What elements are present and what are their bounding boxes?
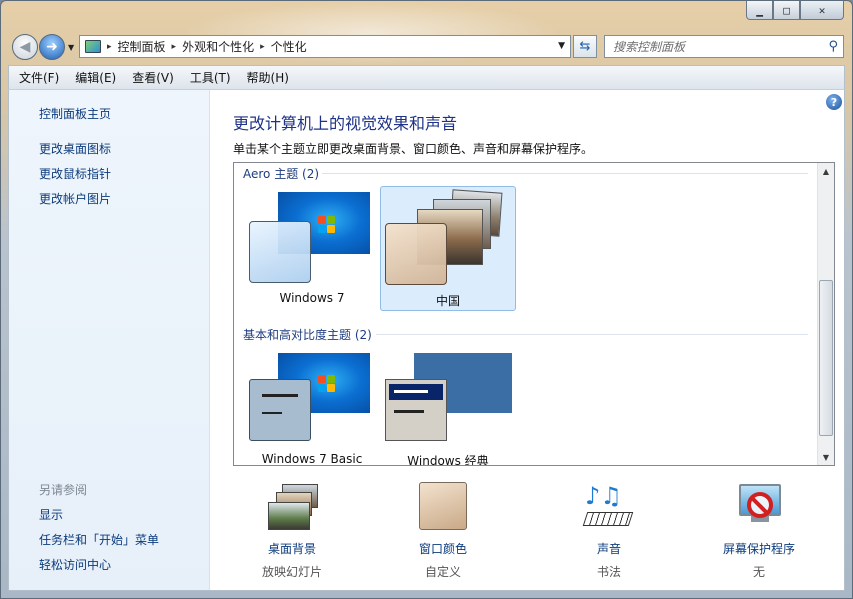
recent-pages-dropdown[interactable]: ▼ <box>68 43 74 52</box>
group-divider <box>376 334 808 335</box>
tile-desktop-background[interactable]: 桌面背景 放映幻灯片 <box>237 482 347 580</box>
breadcrumb-separator: ▸ <box>171 41 177 52</box>
breadcrumb-separator: ▸ <box>107 41 112 52</box>
refresh-icon: ⇆ <box>579 39 591 54</box>
see-also-taskbar[interactable]: 任务栏和「开始」菜单 <box>39 531 159 548</box>
tile-value: 无 <box>752 565 765 579</box>
scrollbar-thumb[interactable] <box>819 280 833 436</box>
screen-saver-icon <box>731 482 787 532</box>
group-label-aero: Aero 主题 (2) <box>243 167 320 181</box>
breadcrumb-control-panel[interactable]: 控制面板 <box>118 38 166 55</box>
page-title: 更改计算机上的视觉效果和声音 <box>233 114 458 133</box>
address-bar[interactable]: ▸ 控制面板 ▸ 外观和个性化 ▸ 个性化 ▼ <box>79 35 571 58</box>
windows-logo-icon <box>318 375 336 393</box>
photo-stack-icon <box>264 482 320 532</box>
minimize-button[interactable]: ▁ <box>746 1 773 20</box>
breadcrumb-appearance[interactable]: 外观和个性化 <box>182 38 254 55</box>
menu-edit[interactable]: 编辑(E) <box>75 69 116 86</box>
theme-window-color-preview <box>249 221 311 283</box>
back-arrow-icon: ◀ <box>19 39 31 55</box>
scroll-up-arrow-icon[interactable]: ▲ <box>818 163 834 179</box>
color-swatch-icon <box>415 482 471 532</box>
forward-button[interactable]: ➜ <box>39 34 65 60</box>
music-notes-icon: ♪♫ <box>581 482 637 532</box>
menu-bar: 文件(F) 编辑(E) 查看(V) 工具(T) 帮助(H) <box>8 65 845 89</box>
menu-help[interactable]: 帮助(H) <box>247 69 289 86</box>
sidebar-change-mouse-pointers[interactable]: 更改鼠标指针 <box>39 165 111 182</box>
chevron-down-icon[interactable]: ▼ <box>558 41 565 51</box>
control-panel-icon <box>85 40 101 53</box>
theme-china[interactable]: 中国 <box>380 186 516 311</box>
help-icon[interactable]: ? <box>826 94 842 110</box>
theme-name: Windows 7 Basic <box>261 452 363 466</box>
page-description: 单击某个主题立即更改桌面背景、窗口颜色、声音和屏幕保护程序。 <box>233 142 594 156</box>
tile-value: 放映幻灯片 <box>261 565 322 579</box>
theme-name: 中国 <box>435 294 460 308</box>
close-button[interactable]: ✕ <box>800 1 844 20</box>
breadcrumb-separator: ▸ <box>260 41 265 52</box>
tile-sounds[interactable]: ♪♫ 声音 书法 <box>554 482 664 580</box>
breadcrumb-personalization[interactable]: 个性化 <box>271 38 307 55</box>
search-box: ⚲ <box>604 35 844 58</box>
theme-window-color-preview <box>249 379 311 441</box>
windows-logo-icon <box>318 216 336 234</box>
tile-value: 自定义 <box>424 565 461 579</box>
theme-name: Windows 经典 <box>407 454 489 466</box>
theme-name: Windows 7 <box>279 291 345 305</box>
tile-link[interactable]: 桌面背景 <box>237 540 347 557</box>
sidebar-change-desktop-icons[interactable]: 更改桌面图标 <box>39 140 111 157</box>
see-also-display[interactable]: 显示 <box>39 506 63 523</box>
tile-link[interactable]: 声音 <box>554 540 664 557</box>
group-divider <box>322 173 808 174</box>
sidebar-change-account-picture[interactable]: 更改帐户图片 <box>39 190 111 207</box>
menu-tools[interactable]: 工具(T) <box>190 69 231 86</box>
menu-file[interactable]: 文件(F) <box>19 69 59 86</box>
maximize-button[interactable]: □ <box>773 1 800 20</box>
vertical-scrollbar[interactable]: ▲ ▼ <box>817 163 834 465</box>
sidebar-control-panel-home[interactable]: 控制面板主页 <box>39 105 111 122</box>
theme-windows-7[interactable]: Windows 7 <box>244 186 380 311</box>
search-input[interactable] <box>613 39 818 55</box>
theme-list: Aero 主题 (2) Windows 7 中国 基本和高对比度主题 (2) W… <box>233 162 835 466</box>
group-label-basic: 基本和高对比度主题 (2) <box>243 328 372 342</box>
theme-window-color-preview <box>385 379 447 441</box>
see-also-ease-of-access[interactable]: 轻松访问中心 <box>39 556 111 573</box>
back-button[interactable]: ◀ <box>12 34 38 60</box>
theme-window-color-preview <box>385 223 447 285</box>
menu-view[interactable]: 查看(V) <box>132 69 174 86</box>
theme-windows-classic[interactable]: Windows 经典 <box>380 347 516 466</box>
no-entry-icon <box>747 492 773 518</box>
explorer-window: ▁ □ ✕ ◀ ➜ ▼ ▸ 控制面板 ▸ 外观和个性化 ▸ 个性化 ▼ ⇆ ⚲ … <box>0 0 853 599</box>
tile-link[interactable]: 屏幕保护程序 <box>704 540 814 557</box>
tile-window-color[interactable]: 窗口颜色 自定义 <box>388 482 498 580</box>
scroll-down-arrow-icon[interactable]: ▼ <box>818 449 834 465</box>
tile-link[interactable]: 窗口颜色 <box>388 540 498 557</box>
task-pane: 控制面板主页 更改桌面图标 更改鼠标指针 更改帐户图片 另请参阅 显示 任务栏和… <box>9 90 210 590</box>
tile-value: 书法 <box>596 565 621 579</box>
refresh-button[interactable]: ⇆ <box>573 35 597 58</box>
see-also-heading: 另请参阅 <box>39 483 88 497</box>
tile-screen-saver[interactable]: 屏幕保护程序 无 <box>704 482 814 580</box>
theme-windows-7-basic[interactable]: Windows 7 Basic <box>244 347 380 466</box>
search-icon[interactable]: ⚲ <box>828 39 838 54</box>
content-area: 控制面板主页 更改桌面图标 更改鼠标指针 更改帐户图片 另请参阅 显示 任务栏和… <box>8 89 845 591</box>
window-controls: ▁ □ ✕ <box>746 1 844 20</box>
forward-arrow-icon: ➜ <box>46 39 58 55</box>
